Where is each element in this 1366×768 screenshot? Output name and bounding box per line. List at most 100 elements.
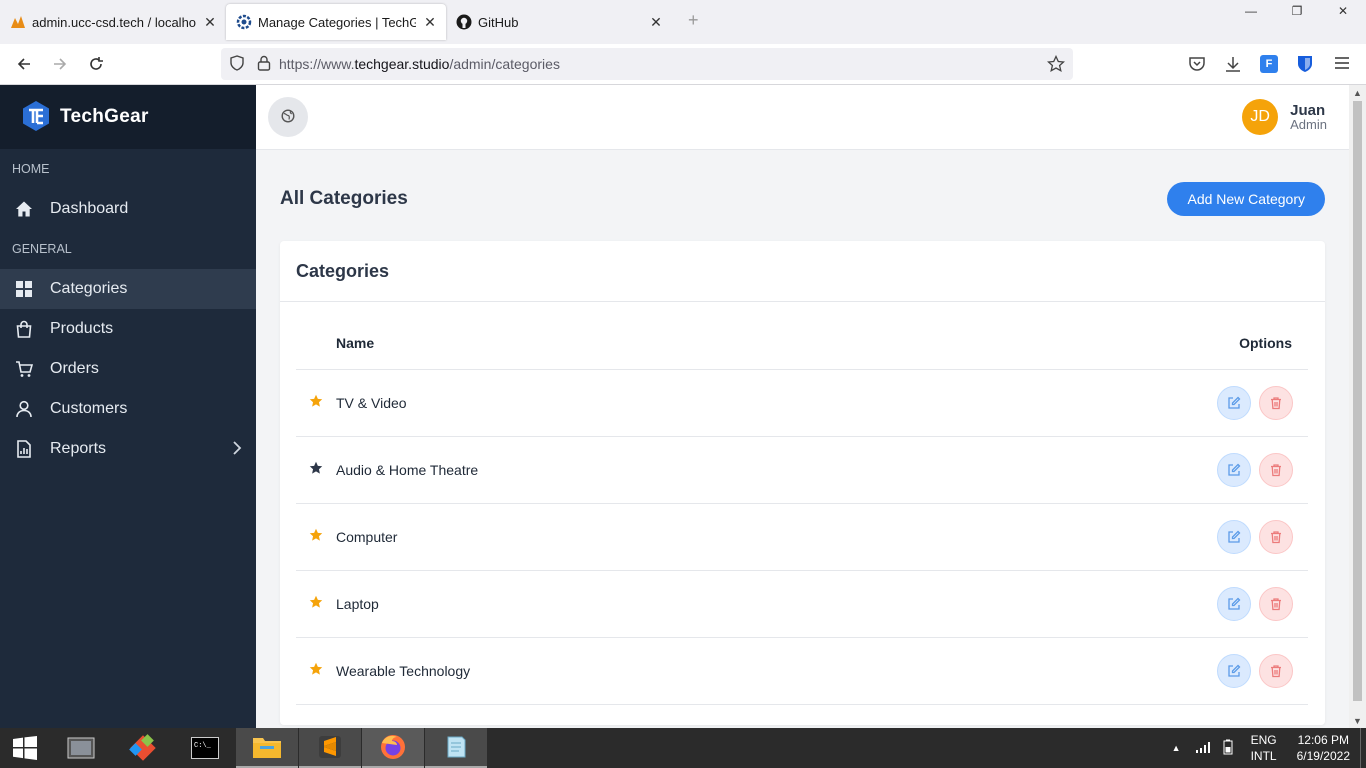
show-hidden-icons-icon[interactable]: ▲	[1172, 743, 1181, 753]
brand[interactable]: TechGear	[0, 85, 256, 149]
window-controls: — ❐ ✕	[1228, 0, 1366, 24]
lock-icon[interactable]	[257, 55, 271, 74]
trash-icon	[1271, 665, 1281, 678]
edit-button[interactable]	[1217, 587, 1251, 621]
delete-button[interactable]	[1259, 587, 1293, 621]
pocket-icon[interactable]	[1188, 55, 1206, 76]
network-icon[interactable]	[1195, 741, 1211, 756]
user-menu[interactable]: JD Juan Admin	[1242, 99, 1327, 135]
browser-tab-bar: admin.ucc-csd.tech / localhost ✕ Manage …	[0, 0, 1366, 44]
sidebar-item-customers[interactable]: Customers	[0, 389, 256, 429]
minimize-icon[interactable]: —	[1228, 0, 1274, 24]
star-icon[interactable]	[296, 461, 336, 479]
phpmyadmin-favicon-icon	[10, 14, 26, 30]
restore-icon[interactable]: ❐	[1274, 0, 1320, 24]
techgear-logo-icon	[20, 100, 52, 135]
avatar: JD	[1242, 99, 1279, 135]
scroll-up-icon[interactable]: ▲	[1353, 88, 1362, 98]
bookmark-star-icon[interactable]	[1046, 54, 1066, 76]
category-name: Laptop	[336, 596, 379, 612]
screen: admin.ucc-csd.tech / localhost ✕ Manage …	[0, 0, 1366, 768]
main-content: JD Juan Admin All Categories Add New Cat…	[256, 85, 1349, 728]
bitwarden-icon[interactable]	[1297, 55, 1313, 76]
star-icon[interactable]	[296, 662, 336, 680]
page-title: All Categories	[280, 188, 408, 209]
input-language[interactable]: ENG INTL	[1251, 732, 1277, 764]
delete-button[interactable]	[1259, 654, 1293, 688]
file-explorer-icon[interactable]	[236, 728, 298, 768]
delete-button[interactable]	[1259, 520, 1293, 554]
user-role: Admin	[1290, 116, 1327, 132]
windows-taskbar: C:\_ ▲ ENG INTL 12:06 PM 6/19/2022	[0, 728, 1366, 768]
user-name: Juan	[1290, 101, 1326, 119]
browser-tab-phpmyadmin[interactable]: admin.ucc-csd.tech / localhost ✕	[0, 0, 226, 44]
tab-title: GitHub	[478, 14, 519, 30]
clock[interactable]: 12:06 PM 6/19/2022	[1297, 732, 1350, 764]
windows-icon	[13, 736, 37, 760]
edit-button[interactable]	[1217, 520, 1251, 554]
forward-icon[interactable]	[42, 46, 78, 82]
close-tab-icon[interactable]: ✕	[202, 14, 218, 31]
reload-icon[interactable]	[78, 46, 114, 82]
star-icon[interactable]	[296, 528, 336, 546]
close-window-icon[interactable]: ✕	[1320, 0, 1366, 24]
browser-tab-github[interactable]: GitHub ✕	[446, 0, 672, 44]
column-header-name: Name	[336, 335, 375, 351]
url-bar[interactable]: https://www.techgear.studio/admin/catego…	[221, 48, 1073, 80]
url-text[interactable]: https://www.techgear.studio/admin/catego…	[279, 56, 560, 72]
sublime-text-icon[interactable]	[299, 728, 361, 768]
edit-icon	[1228, 463, 1241, 476]
sidebar-item-dashboard[interactable]: Dashboard	[0, 189, 256, 229]
show-desktop-button[interactable]	[1360, 728, 1366, 768]
firefox-icon[interactable]	[362, 728, 424, 768]
edit-icon	[1228, 597, 1241, 610]
page-scrollbar[interactable]: ▲ ▼	[1349, 85, 1366, 728]
table-row: Laptop	[296, 570, 1308, 637]
close-tab-icon[interactable]: ✕	[422, 14, 438, 31]
category-name: Wearable Technology	[336, 663, 471, 679]
battery-icon[interactable]	[1223, 739, 1233, 758]
column-header-options: Options	[1239, 335, 1292, 351]
sidebar-item-label: Products	[50, 320, 114, 337]
notepad-icon[interactable]	[425, 728, 487, 768]
sidebar-item-label: Customers	[50, 400, 128, 417]
sidebar-item-orders[interactable]: Orders	[0, 349, 256, 389]
download-icon[interactable]	[1224, 55, 1242, 76]
edit-button[interactable]	[1217, 386, 1251, 420]
terminal-icon[interactable]: C:\_	[174, 728, 236, 768]
trash-icon	[1271, 397, 1281, 410]
start-button[interactable]	[0, 728, 50, 768]
edit-button[interactable]	[1217, 654, 1251, 688]
task-view-icon[interactable]	[50, 728, 112, 768]
edit-icon	[1228, 530, 1241, 543]
git-icon[interactable]	[112, 728, 174, 768]
extension-icon[interactable]: F	[1260, 55, 1278, 73]
sidebar-item-products[interactable]: Products	[0, 309, 256, 349]
sidebar-toggle-button[interactable]	[268, 97, 308, 137]
category-name: Computer	[336, 529, 398, 545]
sidebar-item-categories[interactable]: Categories	[0, 269, 256, 309]
scroll-down-icon[interactable]: ▼	[1353, 716, 1362, 726]
browser-tab-manage-categories[interactable]: Manage Categories | TechGear A ✕	[226, 4, 446, 40]
trash-icon	[1271, 598, 1281, 611]
sidebar-item-reports[interactable]: Reports	[0, 429, 256, 469]
menu-icon[interactable]	[1334, 55, 1350, 74]
edit-icon	[1228, 664, 1241, 677]
categories-table: TV & Video Audio & Home Theatre Computer…	[296, 369, 1308, 705]
github-favicon-icon	[456, 14, 472, 30]
delete-button[interactable]	[1259, 453, 1293, 487]
globe-icon	[281, 108, 295, 126]
add-new-category-button[interactable]: Add New Category	[1167, 182, 1325, 216]
close-tab-icon[interactable]: ✕	[648, 14, 664, 31]
edit-button[interactable]	[1217, 453, 1251, 487]
shield-icon[interactable]	[229, 54, 245, 74]
delete-button[interactable]	[1259, 386, 1293, 420]
new-tab-icon[interactable]: +	[688, 10, 699, 31]
scrollbar-thumb[interactable]	[1353, 101, 1362, 701]
table-row: Audio & Home Theatre	[296, 436, 1308, 503]
star-icon[interactable]	[296, 394, 336, 412]
back-icon[interactable]	[6, 46, 42, 82]
sidebar-section-home: HOME	[12, 162, 50, 176]
user-icon	[14, 399, 34, 419]
star-icon[interactable]	[296, 595, 336, 613]
